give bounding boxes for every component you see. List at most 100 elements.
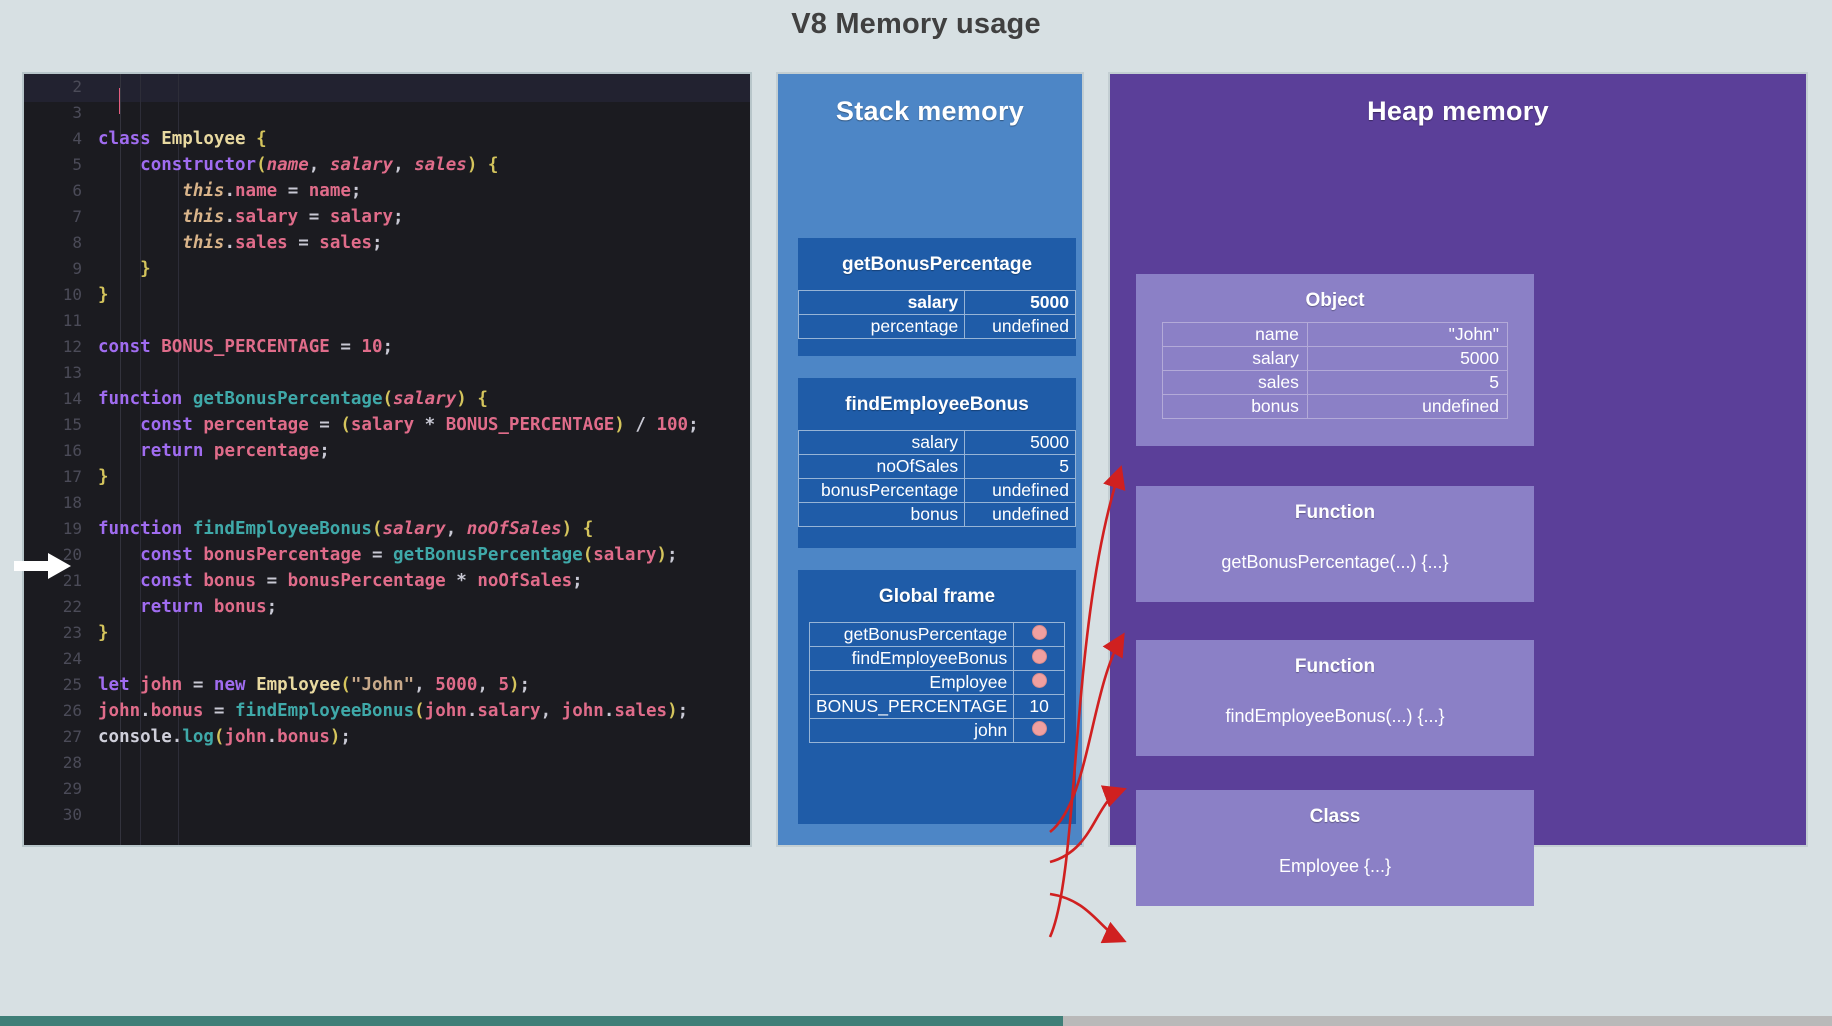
code-token: { [582, 519, 594, 539]
code-lines[interactable]: 2 3 4 class Employee {5 constructor(name, s… [24, 74, 750, 845]
code-text: const BONUS_PERCENTAGE = 10; [98, 337, 393, 357]
code-token: = [277, 181, 309, 201]
code-token: Employee [256, 675, 341, 695]
variable-name: BONUS_PERCENTAGE [808, 694, 1015, 719]
code-line[interactable]: 23} [24, 620, 750, 646]
code-line[interactable]: 24 [24, 646, 750, 672]
code-editor-panel[interactable]: 2 3 4 class Employee {5 constructor(name, s… [22, 72, 752, 847]
code-token: ; [371, 233, 383, 253]
code-line[interactable]: 28 [24, 750, 750, 776]
line-number: 19 [62, 519, 82, 538]
code-token: ; [688, 415, 699, 435]
code-line[interactable]: 16 return percentage; [24, 438, 750, 464]
code-line[interactable]: 27 console.log(john.bonus); [24, 724, 750, 750]
code-line[interactable]: 25 let john = new Employee("John", 5000, … [24, 672, 750, 698]
code-token: . [603, 701, 615, 721]
line-number: 8 [72, 233, 82, 252]
code-token: john [140, 675, 183, 695]
code-text: const bonus = bonusPercentage * noOfSale… [98, 571, 583, 591]
code-token: ; [677, 701, 689, 721]
memory-diagram-root: V8 Memory usage 2 3 4 class Employee {5 con… [0, 0, 1832, 1026]
code-text: let john = new Employee("John", 5000, 5)… [98, 675, 530, 695]
code-token: sales [414, 155, 467, 175]
reference-pointer-dot [1031, 673, 1047, 688]
code-line[interactable]: 4 class Employee { [24, 126, 750, 152]
variable-name: percentage [797, 314, 966, 339]
code-token: findEmployeeBonus [235, 701, 415, 721]
heap-card-subtitle: Employee {...} [1278, 856, 1392, 876]
code-token: = [298, 207, 330, 227]
code-token: ) [561, 519, 573, 539]
variable-name: findEmployeeBonus [808, 646, 1015, 671]
code-token: , [477, 675, 499, 695]
code-token: salary [382, 519, 446, 539]
code-line[interactable]: 22 return bonus; [24, 594, 750, 620]
variable-row: percentage undefined [797, 314, 1076, 339]
code-token: this [182, 181, 225, 201]
code-text: this.sales = sales; [98, 233, 383, 253]
code-line[interactable]: 14 function getBonusPercentage(salary) { [24, 386, 750, 412]
code-line[interactable]: 5 constructor(name, salary, sales) { [24, 152, 750, 178]
code-line[interactable]: 20 const bonusPercentage = getBonusPerce… [24, 542, 750, 568]
code-token: { [477, 389, 488, 409]
code-token: . [224, 233, 235, 253]
code-line[interactable]: 21 const bonus = bonusPercentage * noOfS… [24, 568, 750, 594]
reference-pointer-dot [1031, 625, 1047, 640]
code-token: . [140, 701, 151, 721]
line-number: 4 [72, 129, 82, 148]
variable-value: 5000 [964, 430, 1076, 455]
code-line[interactable]: 10} [24, 282, 750, 308]
reference-pointer-dot [1031, 649, 1047, 664]
code-token: salary [477, 701, 541, 721]
variable-name: bonusPercentage [797, 478, 966, 503]
code-token: = [308, 415, 341, 435]
variable-value [1013, 622, 1065, 647]
heap-card-subtitle: findEmployeeBonus(...) {...} [1225, 706, 1445, 726]
code-token: name [235, 181, 278, 201]
property-row: name "John" [1162, 322, 1509, 347]
code-line[interactable]: 19 function findEmployeeBonus(salary, noO… [24, 516, 750, 542]
code-token: noOfSales [466, 519, 562, 539]
code-token: . [466, 701, 478, 721]
code-line[interactable]: 18 [24, 490, 750, 516]
code-line[interactable]: 26 john.bonus = findEmployeeBonus(john.sa… [24, 698, 750, 724]
code-line[interactable]: 30 [24, 802, 750, 828]
reference-pointer-dot [1031, 721, 1047, 736]
code-line[interactable]: 9 } [24, 256, 750, 282]
code-line[interactable]: 17} [24, 464, 750, 490]
code-token: , [540, 701, 562, 721]
stack-frame-title: Global frame [878, 586, 996, 607]
code-token: salary [329, 155, 394, 175]
progress-indicator[interactable] [0, 1016, 1063, 1026]
code-line[interactable]: 7 this.salary = salary; [24, 204, 750, 230]
code-token: return [140, 597, 214, 617]
variable-row: findEmployeeBonus [808, 646, 1065, 671]
heap-card-title: Function [1294, 656, 1376, 677]
code-line[interactable]: 15 const percentage = (salary * BONUS_PE… [24, 412, 750, 438]
code-token: john [98, 701, 141, 721]
code-line[interactable]: 11 [24, 308, 750, 334]
code-token: { [256, 129, 267, 149]
heap-card-object: Object name "John" salary 5000 sales 5 bonus und… [1136, 274, 1534, 446]
code-line[interactable]: 3 [24, 100, 750, 126]
property-name: salary [1162, 346, 1308, 371]
line-number: 12 [62, 337, 82, 356]
code-line[interactable]: 29 [24, 776, 750, 802]
code-line[interactable]: 12 const BONUS_PERCENTAGE = 10; [24, 334, 750, 360]
variable-name: salary [797, 290, 966, 315]
code-token: = [361, 545, 394, 565]
code-line[interactable]: 2 [24, 74, 750, 100]
code-token: } [98, 623, 109, 643]
property-value: 5000 [1306, 346, 1509, 371]
code-line[interactable]: 8 this.sales = sales; [24, 230, 750, 256]
line-number: 13 [62, 363, 82, 382]
code-text: this.salary = salary; [98, 207, 403, 227]
code-token: function [98, 389, 193, 409]
variable-name: getBonusPercentage [808, 622, 1015, 647]
code-line[interactable]: 6 this.name = name; [24, 178, 750, 204]
code-line[interactable]: 13 [24, 360, 750, 386]
